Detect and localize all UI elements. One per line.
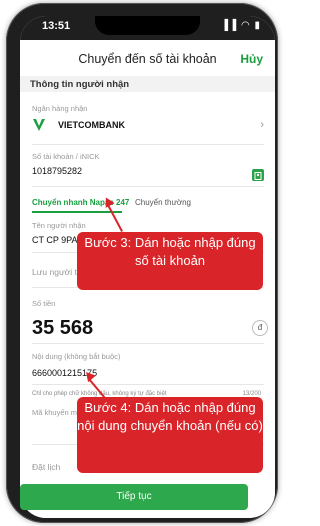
recipient-name-field: CT CP 9PAY <box>32 235 83 245</box>
status-bar: 13:51 ▐▐ ◠ ▮ <box>20 16 275 40</box>
tab-regular-transfer[interactable]: Chuyển thường <box>135 198 191 207</box>
section-title: Thông tin người nhận <box>30 79 130 90</box>
active-tab-indicator <box>32 211 122 213</box>
bank-selector[interactable]: VIETCOMBANK › <box>32 117 264 135</box>
vietcombank-logo-icon <box>33 119 45 131</box>
content-label: Nội dung (không bắt buộc) <box>32 352 121 361</box>
notch <box>95 16 200 35</box>
amount-input[interactable]: 35 568 <box>32 317 93 340</box>
save-recipient-label[interactable]: Lưu người t <box>32 267 77 277</box>
account-label: Số tài khoản / iNICK <box>32 152 100 161</box>
divider <box>32 343 264 344</box>
nav-bar: Chuyển đến số tài khoản Hủy <box>20 40 275 76</box>
page-title: Chuyển đến số tài khoản <box>78 52 217 66</box>
schedule-label[interactable]: Đặt lịch <box>32 462 60 472</box>
continue-button[interactable]: Tiếp tục <box>20 484 248 510</box>
transfer-type-tabs: Chuyển nhanh Napas 247 Chuyển thường <box>32 198 264 213</box>
cancel-button[interactable]: Hủy <box>240 52 263 66</box>
system-icons: ▐▐ ◠ ▮ <box>221 20 261 31</box>
divider <box>32 384 264 385</box>
chevron-right-icon: › <box>260 119 264 131</box>
promo-code-label[interactable]: Mã khuyến m <box>32 408 77 417</box>
currency-icon: đ <box>252 320 268 336</box>
recipient-label: Tên người nhận <box>32 221 86 230</box>
contact-book-icon[interactable] <box>252 169 264 181</box>
account-number-input[interactable]: 1018795282 <box>32 166 82 176</box>
step4-callout: Bước 4: Dán hoặc nhập đúng nội dung chuy… <box>77 397 263 473</box>
divider <box>32 144 264 145</box>
tab-napas-247[interactable]: Chuyển nhanh Napas 247 <box>32 198 129 207</box>
amount-label: Số tiền <box>32 299 56 308</box>
bank-label: Ngân hàng nhận <box>32 104 88 113</box>
status-time: 13:51 <box>42 20 71 32</box>
step3-callout: Bước 3: Dán hoặc nhập đúng số tài khoản <box>77 232 263 290</box>
divider <box>32 186 264 187</box>
bank-name: VIETCOMBANK <box>58 120 125 130</box>
